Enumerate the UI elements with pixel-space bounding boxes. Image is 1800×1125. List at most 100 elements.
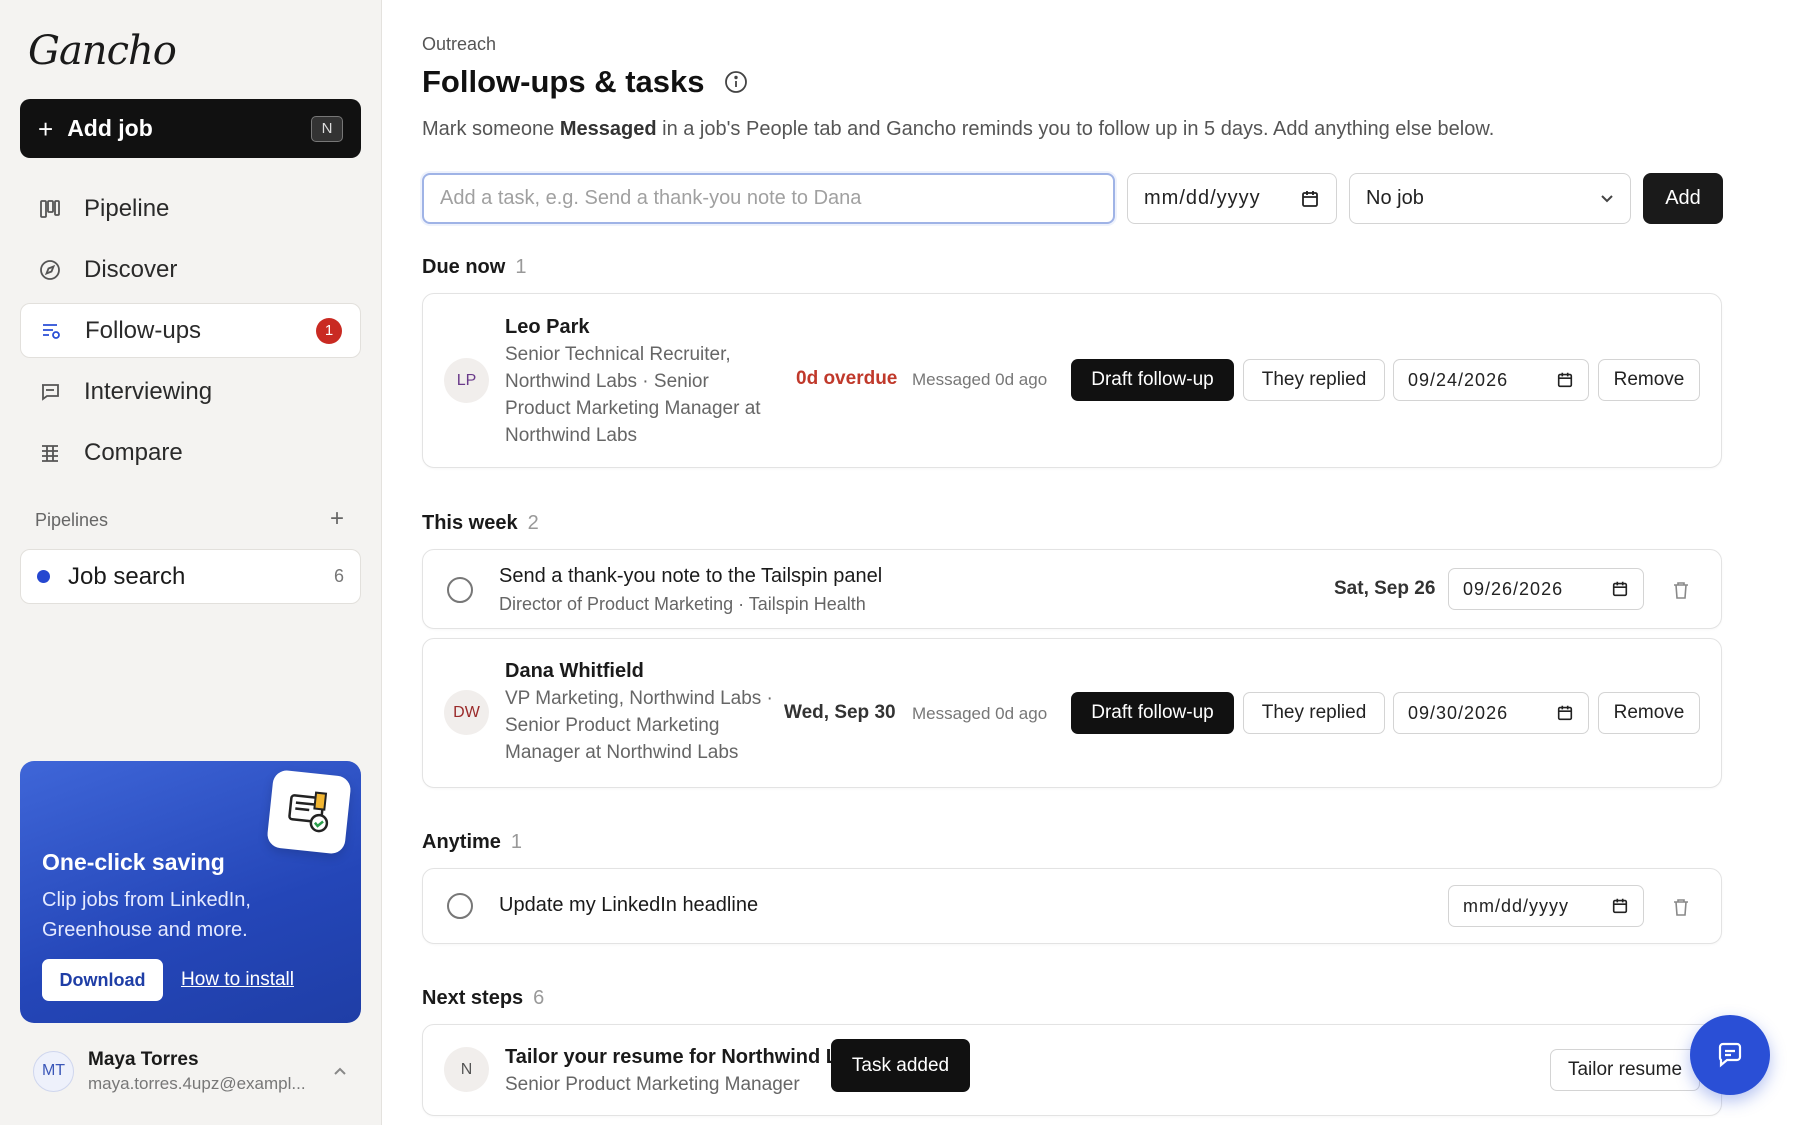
person-subtitle: VP Marketing, Northwind Labs · Senior Pr… [505,688,773,763]
chat-bubble-icon [38,380,62,404]
they-replied-button[interactable]: They replied [1243,359,1385,401]
due-date: Wed, Sep 30 [784,702,896,723]
section-next-steps: Next steps 6 [422,987,544,1010]
sidebar-item-label: Follow-ups [85,316,202,344]
chat-icon [1715,1040,1745,1070]
sidebar: Gancho + Add job N Pipeline Discover Fol… [0,0,382,1125]
follow-up-card: DW Dana Whitfield VP Marketing, Northwin… [422,638,1722,788]
task-card: Send a thank-you note to the Tailspin pa… [422,549,1722,629]
section-count: 6 [533,987,545,1009]
follow-up-date-input[interactable]: 09/24/2026 [1393,359,1589,401]
sidebar-item-label: Compare [84,438,183,466]
trash-icon[interactable] [1669,578,1693,602]
user-menu[interactable]: MT Maya Torres maya.torres.4upz@exampl..… [20,1040,361,1102]
info-icon[interactable] [724,70,748,94]
person-subtitle: Senior Technical Recruiter, Northwind La… [505,344,761,446]
subtitle-bold: Messaged [559,118,657,140]
tailor-resume-button[interactable]: Tailor resume [1550,1049,1700,1091]
section-due-now: Due now 1 [422,256,526,279]
task-title: Update my LinkedIn headline [499,894,759,916]
person-name[interactable]: Leo Park [505,316,589,339]
calendar-icon [1300,189,1320,209]
breadcrumb: Outreach [422,34,497,54]
download-button[interactable]: Download [42,959,163,1001]
shortcut-key: N [311,115,343,142]
job-select[interactable]: No job [1349,173,1631,224]
person-name[interactable]: Dana Whitfield [505,660,644,683]
avatar: N [444,1047,489,1092]
sidebar-item-interviewing[interactable]: Interviewing [20,364,361,419]
user-info: Maya Torres maya.torres.4upz@exampl... [88,1049,316,1094]
calendar-icon [1556,704,1574,722]
promo-text: Clip jobs from LinkedIn, Greenhouse and … [42,889,251,941]
task-complete-radio[interactable] [447,893,473,919]
add-pipeline-icon[interactable]: + [330,505,344,533]
messaged-status: Messaged 0d ago [912,704,1048,723]
app-logo[interactable]: Gancho [28,28,177,74]
table-icon [38,441,62,465]
task-complete-radio[interactable] [447,577,473,603]
how-to-install-link[interactable]: How to install [181,969,294,991]
remove-button[interactable]: Remove [1598,359,1700,401]
remove-button[interactable]: Remove [1598,692,1700,734]
add-task-row: mm/dd/yyyy No job Add [422,173,1723,224]
sidebar-item-pipeline[interactable]: Pipeline [20,181,361,236]
date-value: 09/30/2026 [1408,702,1509,723]
date-value: 09/24/2026 [1408,369,1509,390]
page-title-text: Follow-ups & tasks [422,64,705,99]
trash-icon[interactable] [1669,895,1693,919]
add-job-button[interactable]: + Add job N [20,99,361,158]
task-input[interactable] [422,173,1115,224]
draft-follow-up-button[interactable]: Draft follow-up [1071,692,1234,734]
user-email: maya.torres.4upz@exampl... [88,1073,306,1093]
task-date-input[interactable]: 09/26/2026 [1448,568,1644,610]
next-step-subtitle: Senior Product Marketing Manager [505,1074,800,1095]
pipeline-color-dot [37,570,50,583]
draft-follow-up-button[interactable]: Draft follow-up [1071,359,1234,401]
chat-button[interactable] [1690,1015,1770,1095]
task-due-date: Sat, Sep 26 [1334,578,1436,599]
clipboard-check-icon [266,769,352,855]
job-select-value: No job [1366,187,1424,209]
subtitle-text: Mark someone [422,118,560,140]
chevron-down-icon [1600,194,1614,204]
sidebar-item-follow-ups[interactable]: Follow-ups 1 [20,303,361,358]
task-date-input[interactable]: mm/dd/yyyy [1127,173,1337,224]
avatar: MT [33,1050,74,1092]
task-subtitle: Director of Product Marketing · Tailspin… [499,594,866,614]
promo-title: One-click saving [42,849,225,875]
status-badge: 0d overdue [796,368,898,389]
plus-icon: + [38,113,54,144]
subtitle-text: in a job's People tab and Gancho reminds… [656,118,1495,140]
avatar: LP [444,358,489,403]
pipeline-item-job-search[interactable]: Job search 6 [20,549,361,604]
they-replied-button[interactable]: They replied [1243,692,1385,734]
section-count: 1 [510,831,523,853]
follow-up-card: LP Leo Park Senior Technical Recruiter, … [422,293,1722,468]
avatar: DW [444,690,489,735]
section-label: Due now [422,256,506,278]
kanban-icon [38,197,62,221]
follow-ups-count-badge: 1 [316,317,342,344]
sidebar-item-compare[interactable]: Compare [20,425,361,480]
section-count: 1 [515,256,527,278]
follow-up-date-input[interactable]: 09/30/2026 [1393,692,1589,734]
sidebar-item-discover[interactable]: Discover [20,242,361,297]
add-task-button[interactable]: Add [1643,173,1723,224]
section-label: Anytime [422,831,501,853]
pipeline-label: Job search [68,562,186,590]
chevron-up-icon [333,1063,347,1079]
date-placeholder: mm/dd/yyyy [1463,895,1570,916]
section-anytime: Anytime 1 [422,831,522,854]
task-card: Update my LinkedIn headline mm/dd/yyyy [422,868,1722,944]
section-count: 2 [527,512,539,534]
section-label: Next steps [422,987,524,1009]
compass-icon [38,258,62,282]
messaged-status: Messaged 0d ago [912,370,1048,389]
calendar-icon [1611,580,1629,598]
sidebar-item-label: Discover [84,255,178,283]
date-value: 09/26/2026 [1463,578,1564,599]
task-title: Send a thank-you note to the Tailspin pa… [499,565,883,587]
task-date-input[interactable]: mm/dd/yyyy [1448,885,1644,927]
promo-card: One-click saving Clip jobs from LinkedIn… [20,761,361,1023]
